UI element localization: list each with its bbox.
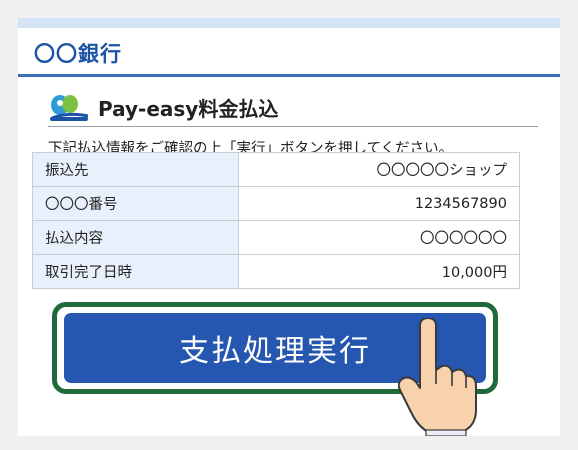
table-row: 取引完了日時 10,000円 [32, 254, 520, 289]
row-value: 10,000円 [238, 254, 520, 289]
table-row: 振込先 〇〇〇〇〇ショップ [32, 152, 520, 187]
row-value: 〇〇〇〇〇ショップ [238, 152, 520, 187]
title-divider [48, 126, 538, 127]
row-label: 取引完了日時 [32, 254, 239, 289]
bank-divider [18, 74, 560, 77]
top-strip [18, 18, 560, 28]
row-label: 〇〇〇番号 [32, 186, 239, 221]
table-row: 〇〇〇番号 1234567890 [32, 186, 520, 221]
row-label: 振込先 [32, 152, 239, 187]
bank-name: 〇〇銀行 [34, 42, 122, 66]
row-value: 〇〇〇〇〇〇 [238, 220, 520, 255]
row-label: 払込内容 [32, 220, 239, 255]
row-value: 1234567890 [238, 186, 520, 221]
pay-easy-logo-icon [50, 95, 89, 121]
pointing-hand-icon [398, 318, 477, 436]
payment-info-table: 振込先 〇〇〇〇〇ショップ 〇〇〇番号 1234567890 払込内容 〇〇〇〇… [32, 152, 520, 289]
table-row: 払込内容 〇〇〇〇〇〇 [32, 220, 520, 255]
section-title: Pay-easy料金払込 [98, 97, 279, 121]
